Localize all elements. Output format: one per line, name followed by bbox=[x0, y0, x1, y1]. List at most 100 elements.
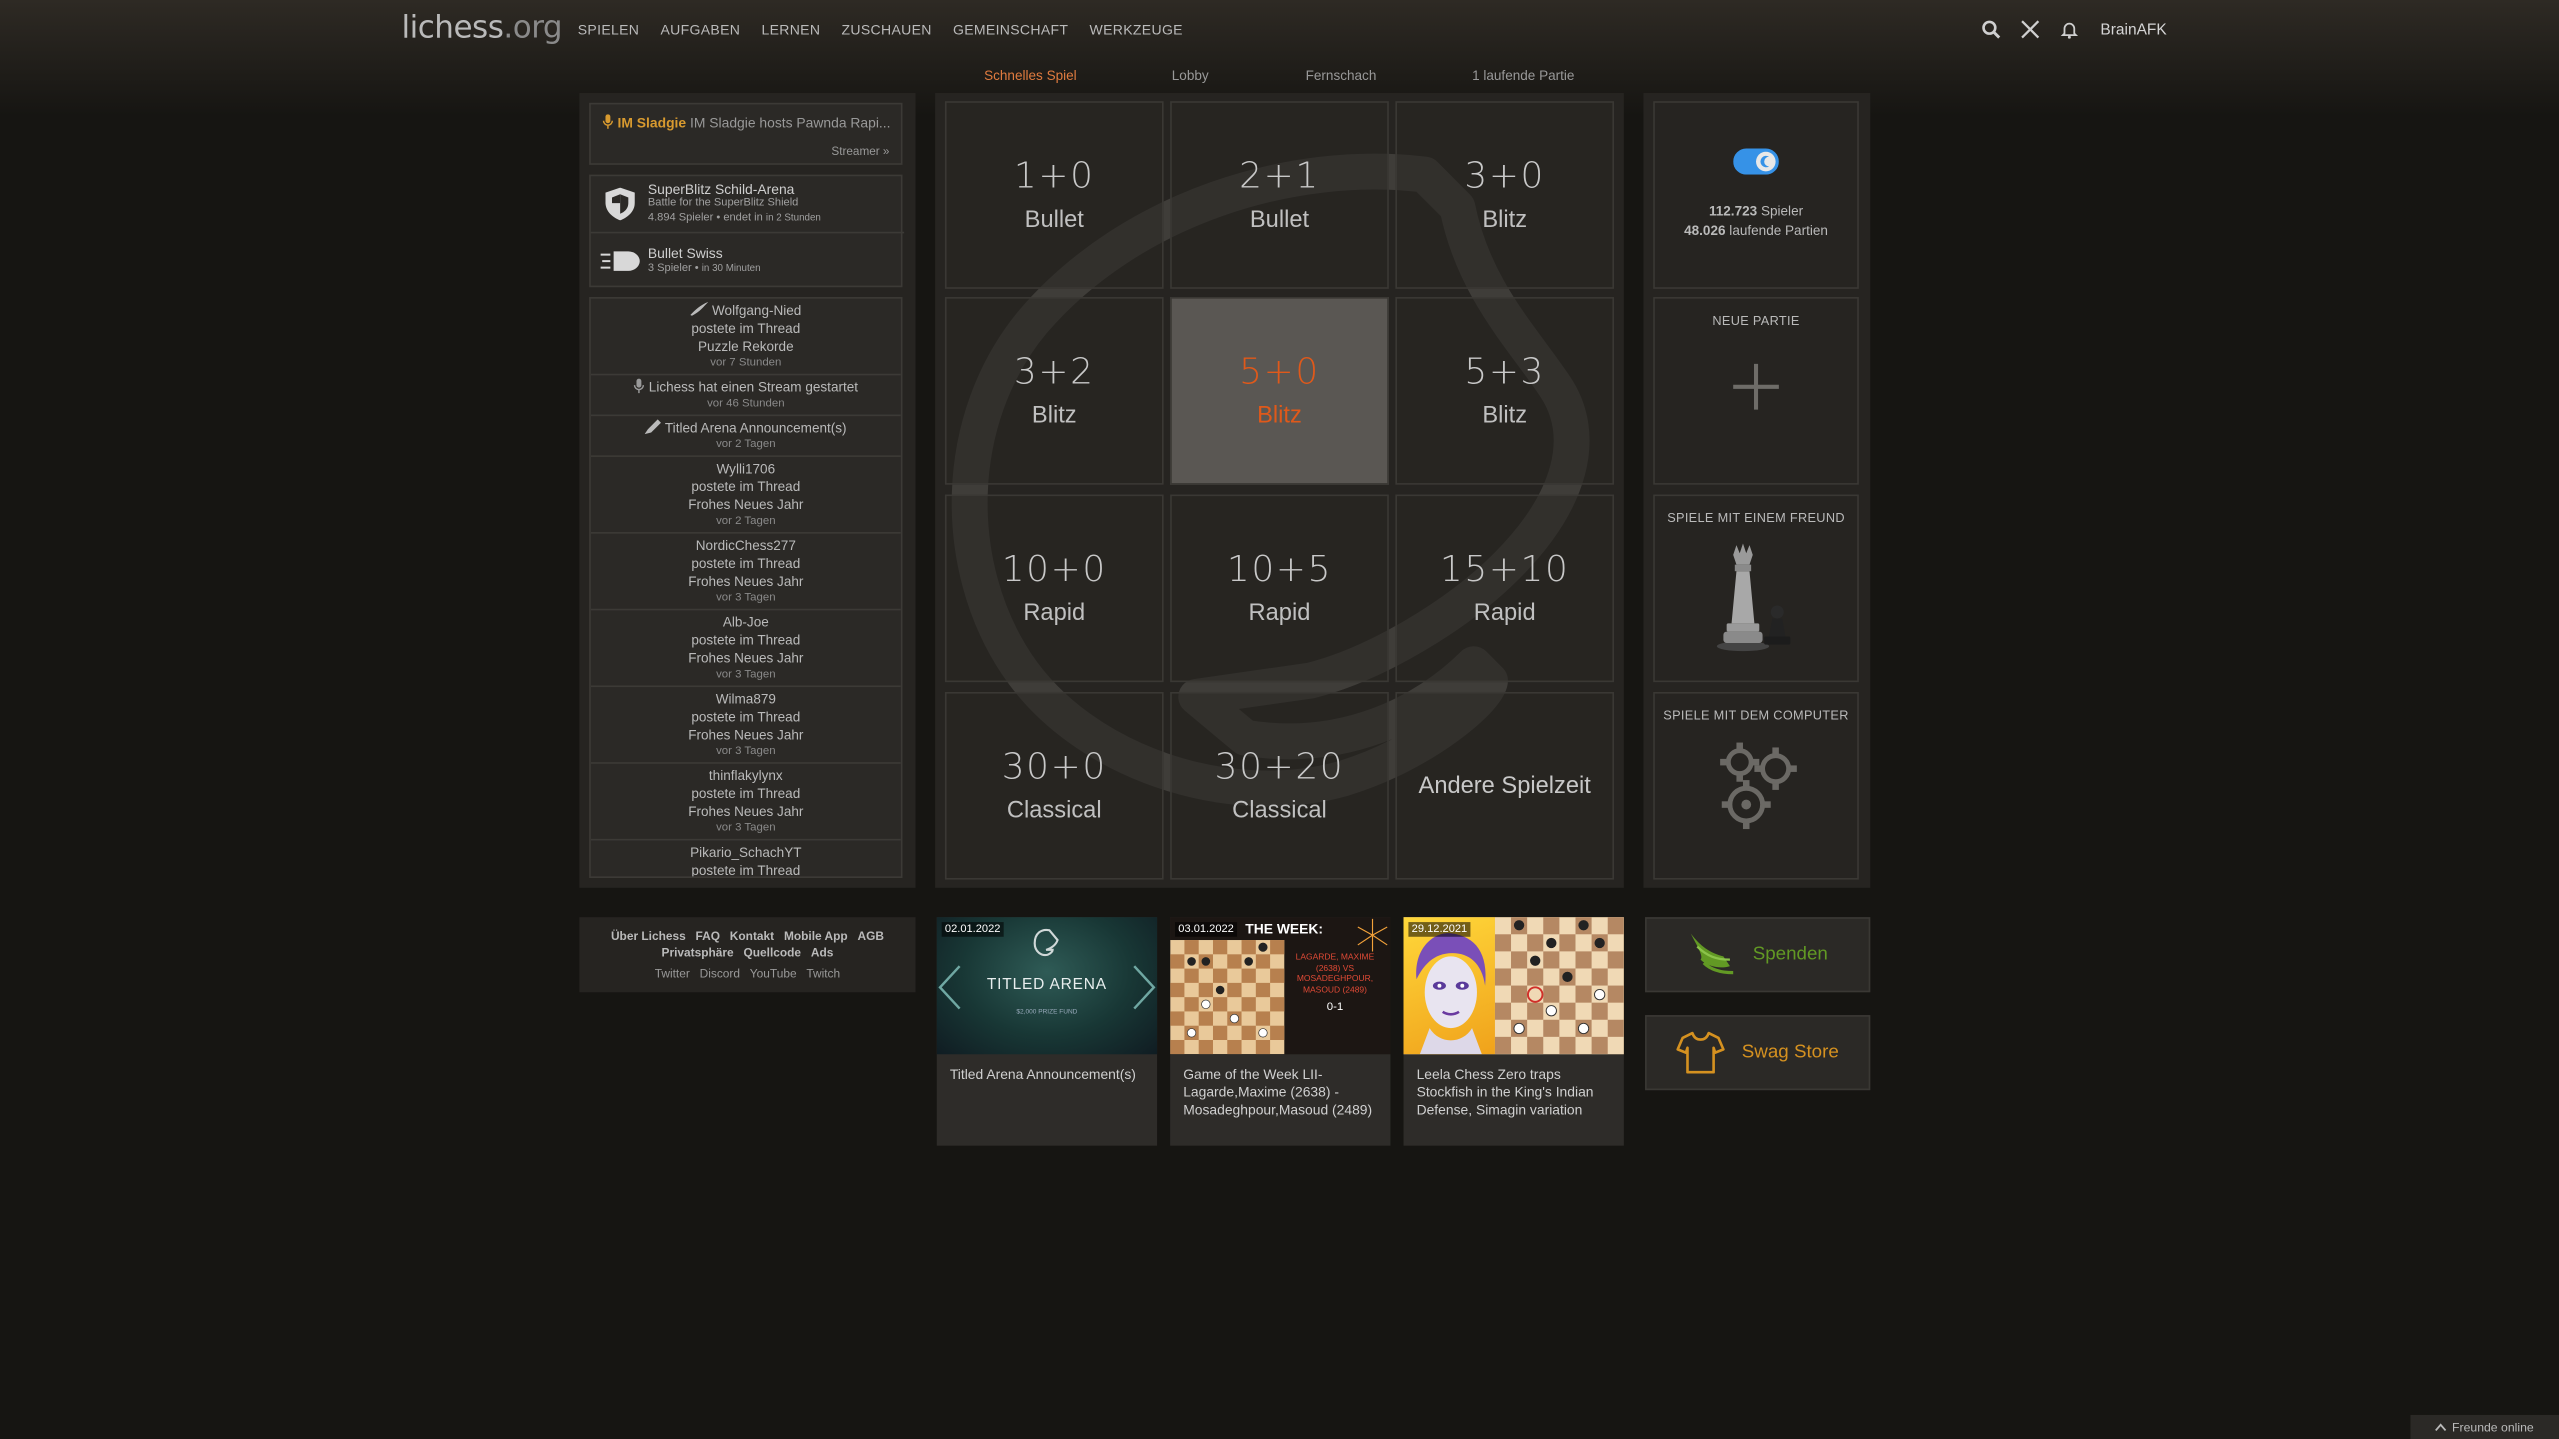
timeline-user[interactable]: Wylli1706 bbox=[591, 460, 901, 478]
search-icon[interactable] bbox=[1978, 16, 2004, 42]
timeline-thread[interactable]: Puzzle Rekorde bbox=[591, 338, 901, 356]
timeline-text: Titled Arena Announcement(s) bbox=[591, 419, 901, 437]
custom-time-button[interactable]: Andere Spielzeit bbox=[1395, 691, 1615, 880]
blog-date: 29.12.2021 bbox=[1408, 922, 1471, 937]
timeline-entry[interactable]: Wolfgang-Nied postete im Thread Puzzle R… bbox=[590, 299, 901, 376]
pool-cell[interactable]: 30+0 Classical bbox=[944, 691, 1164, 880]
chessboard-image bbox=[1170, 940, 1285, 1055]
donate-button[interactable]: Spenden bbox=[1645, 917, 1871, 993]
tab-correspondence[interactable]: Fernschach bbox=[1306, 67, 1377, 83]
link-twitter[interactable]: Twitter bbox=[655, 966, 690, 981]
pool-cell[interactable]: 2+1 Bullet bbox=[1170, 101, 1389, 289]
pool-time: 5+3 bbox=[1464, 352, 1546, 394]
timeline-text-label: Titled Arena Announcement(s) bbox=[664, 419, 847, 436]
timeline-thread[interactable]: Frohes Neues Jahr bbox=[591, 496, 901, 514]
swag-store-button[interactable]: Swag Store bbox=[1645, 1015, 1871, 1091]
lichess-logo[interactable]: lichess.org bbox=[401, 10, 562, 46]
link-faq[interactable]: FAQ bbox=[696, 929, 720, 944]
tab-ongoing-games[interactable]: 1 laufende Partie bbox=[1472, 67, 1574, 83]
play-friend-label: SPIELE MIT EINEM FREUND bbox=[1667, 510, 1845, 526]
pool-time: 10+0 bbox=[1001, 549, 1107, 591]
tournament-item[interactable]: SuperBlitz Schild-Arena Battle for the S… bbox=[591, 176, 904, 231]
stream-row[interactable]: IM Sladgie IM Sladgie hosts Pawnda Rapi.… bbox=[602, 114, 899, 131]
link-twitch[interactable]: Twitch bbox=[806, 966, 840, 981]
timeline-entry[interactable]: Alb-Joe postete im Thread Frohes Neues J… bbox=[590, 610, 901, 688]
pool-cell[interactable]: 3+2 Blitz bbox=[944, 297, 1164, 485]
stream-box[interactable]: IM Sladgie IM Sladgie hosts Pawnda Rapi.… bbox=[589, 102, 903, 165]
pool-time: 3+2 bbox=[1013, 352, 1095, 394]
link-mobile-app[interactable]: Mobile App bbox=[784, 929, 848, 944]
link-discord[interactable]: Discord bbox=[700, 966, 740, 981]
user-menu[interactable]: BrainAFK bbox=[2100, 21, 2166, 39]
notification-bell-icon[interactable] bbox=[2056, 16, 2082, 42]
timeline-user[interactable]: Pikario_SchachYT bbox=[591, 844, 901, 862]
new-game-button[interactable]: NEUE PARTIE bbox=[1653, 297, 1859, 485]
timeline-action: postete im Thread bbox=[691, 478, 801, 495]
blog-card[interactable]: THE WEEK: LAGARDE, MAXIME (2638) VS MOSA… bbox=[1170, 917, 1391, 1146]
blog-card[interactable]: 29.12.2021 Leela Chess Zero traps Stockf… bbox=[1403, 917, 1624, 1146]
timeline-entry[interactable]: Wilma879 postete im Thread Frohes Neues … bbox=[590, 687, 901, 764]
timeline-thread[interactable]: Frohes Neues Jahr bbox=[591, 726, 901, 744]
nav-lernen[interactable]: LERNEN bbox=[761, 21, 820, 37]
pool-cell[interactable]: 30+20 Classical bbox=[1170, 691, 1389, 880]
pool-type: Classical bbox=[1232, 798, 1327, 825]
timeline-entry[interactable]: thinflakylynx postete im Thread Frohes N… bbox=[590, 764, 901, 841]
pool-cell-selected[interactable]: 5+0 Blitz bbox=[1170, 297, 1389, 485]
tab-quick-game[interactable]: Schnelles Spiel bbox=[984, 67, 1077, 83]
pool-time: 3+0 bbox=[1464, 156, 1546, 198]
pool-cell[interactable]: 3+0 Blitz bbox=[1395, 101, 1615, 289]
link-privacy[interactable]: Privatsphäre bbox=[662, 945, 734, 960]
nav-gemeinschaft[interactable]: GEMEINSCHAFT bbox=[953, 21, 1068, 37]
streamers-link[interactable]: Streamer » bbox=[831, 144, 889, 159]
blog-card[interactable]: TITLED ARENA $2,000 PRIZE FUND 02.01.202… bbox=[936, 917, 1158, 1146]
challenge-swords-icon[interactable] bbox=[2017, 16, 2043, 42]
tournament-name: Bullet Swiss bbox=[647, 244, 723, 262]
timeline-user[interactable]: Alb-Joe bbox=[591, 614, 901, 632]
nav-spielen[interactable]: SPIELEN bbox=[578, 21, 640, 37]
timeline-entry[interactable]: Lichess hat einen Stream gestartet vor 4… bbox=[590, 375, 901, 417]
link-youtube[interactable]: YouTube bbox=[750, 966, 797, 981]
play-computer-button[interactable]: SPIELE MIT DEM COMPUTER bbox=[1653, 691, 1859, 880]
pool-cell[interactable]: 15+10 Rapid bbox=[1395, 494, 1615, 683]
timeline-action: postete im Thread bbox=[691, 708, 801, 725]
link-about[interactable]: Über Lichess bbox=[611, 929, 686, 944]
link-source[interactable]: Quellcode bbox=[743, 945, 801, 960]
nav-zuschauen[interactable]: ZUSCHAUEN bbox=[842, 21, 932, 37]
tournament-item[interactable]: Bullet Swiss 3 Spieler • in 30 Minuten bbox=[590, 231, 905, 287]
timeline-thread[interactable]: Frohes Neues Jahr bbox=[591, 573, 901, 591]
donate-label: Spenden bbox=[1752, 944, 1828, 965]
blog-image-sub: $2,000 PRIZE FUND bbox=[1016, 1006, 1078, 1016]
gears-icon bbox=[1720, 742, 1797, 830]
main-nav: SPIELEN AUFGABEN LERNEN ZUSCHAUEN GEMEIN… bbox=[578, 21, 1183, 37]
link-terms[interactable]: AGB bbox=[857, 929, 883, 944]
pen-icon bbox=[645, 419, 662, 435]
friends-online-toggle[interactable]: Freunde online bbox=[2410, 1414, 2559, 1439]
nav-werkzeuge[interactable]: WERKZEUGE bbox=[1090, 21, 1183, 37]
link-ads[interactable]: Ads bbox=[811, 945, 834, 960]
timeline-user[interactable]: Wilma879 bbox=[591, 690, 901, 708]
pool-cell[interactable]: 10+0 Rapid bbox=[944, 494, 1164, 683]
pool-time: 30+0 bbox=[1001, 747, 1107, 789]
link-contact[interactable]: Kontakt bbox=[730, 929, 774, 944]
timeline-action: postete im Thread bbox=[691, 784, 801, 802]
blog-image: THE WEEK: LAGARDE, MAXIME (2638) VS MOSA… bbox=[1170, 917, 1391, 1055]
pool-cell[interactable]: 1+0 Bullet bbox=[944, 101, 1164, 289]
pool-cell[interactable]: 10+5 Rapid bbox=[1170, 494, 1389, 683]
pool-type: Rapid bbox=[1473, 600, 1536, 627]
play-friend-button[interactable]: SPIELE MIT EINEM FREUND bbox=[1653, 494, 1859, 683]
timeline-user[interactable]: thinflakylynx bbox=[591, 767, 901, 785]
tab-lobby[interactable]: Lobby bbox=[1172, 67, 1209, 83]
timeline-entry[interactable]: Pikario_SchachYT postete im Thread bbox=[591, 840, 901, 877]
timeline-thread[interactable]: Frohes Neues Jahr bbox=[591, 650, 901, 668]
nav-aufgaben[interactable]: AUFGABEN bbox=[660, 21, 740, 37]
toggle-switch[interactable] bbox=[1733, 148, 1779, 175]
tournament-ends: in 2 Stunden bbox=[765, 212, 821, 223]
pool-cell[interactable]: 5+3 Blitz bbox=[1395, 297, 1615, 485]
timeline-entry[interactable]: Wylli1706 postete im Thread Frohes Neues… bbox=[590, 457, 901, 534]
timeline-entry[interactable]: NordicChess277 postete im Thread Frohes … bbox=[590, 534, 901, 611]
timeline-time: vor 3 Tagen bbox=[716, 822, 776, 834]
timeline-thread[interactable]: Frohes Neues Jahr bbox=[591, 803, 901, 821]
timeline-user[interactable]: NordicChess277 bbox=[591, 537, 901, 555]
timeline-entry[interactable]: Titled Arena Announcement(s) vor 2 Tagen bbox=[590, 416, 901, 457]
footer-row: Über Lichess FAQ Kontakt Mobile App AGB bbox=[579, 929, 915, 945]
